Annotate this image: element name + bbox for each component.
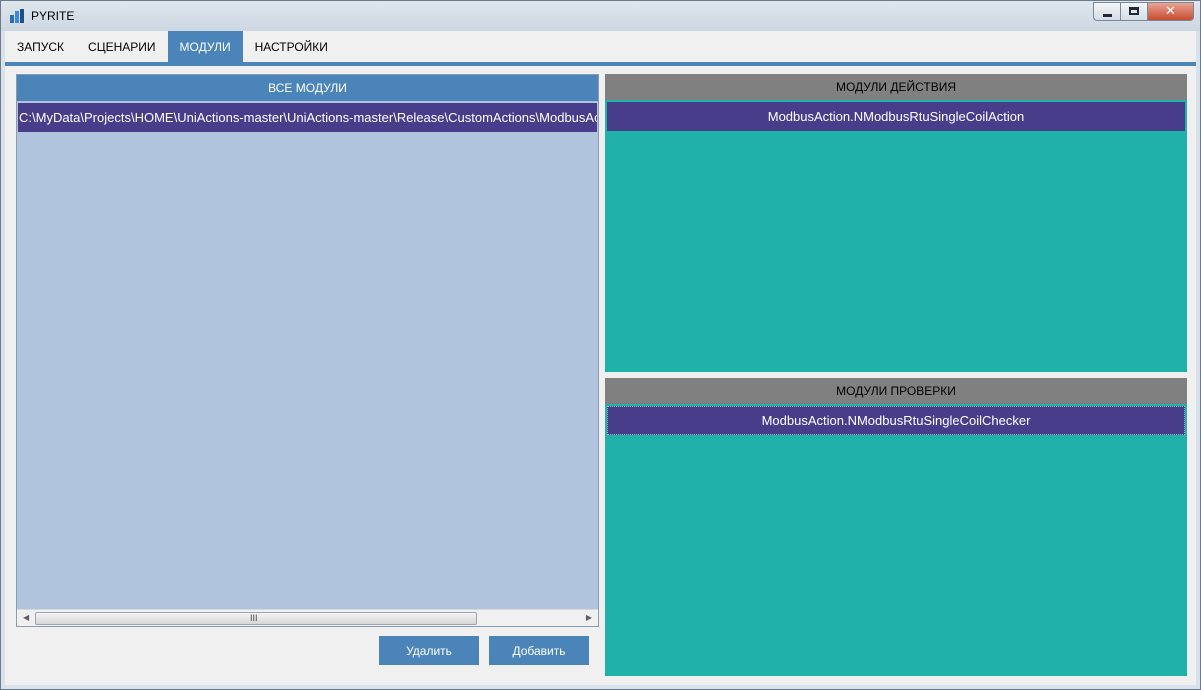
check-modules-list[interactable]: МОДУЛИ ПРОВЕРКИ ModbusAction.NModbusRtuS…: [605, 378, 1187, 676]
app-window: PYRITE ✕ ЗАПУСК СЦЕНАРИИ МОДУЛИ НАСТРОЙК…: [0, 0, 1201, 690]
list-item[interactable]: ModbusAction.NModbusRtuSingleCoilChecker: [607, 406, 1185, 435]
horizontal-scrollbar[interactable]: ◀ III ▶: [17, 609, 598, 626]
app-icon: [9, 8, 25, 24]
scrollbar-thumb[interactable]: III: [35, 612, 477, 625]
check-modules-header: МОДУЛИ ПРОВЕРКИ: [605, 378, 1187, 404]
all-modules-list[interactable]: ВСЕ МОДУЛИ C:\MyData\Projects\HOME\UniAc…: [16, 74, 599, 627]
window-title: PYRITE: [31, 9, 75, 23]
tab-launch[interactable]: ЗАПУСК: [5, 31, 76, 62]
list-item[interactable]: C:\MyData\Projects\HOME\UniActions-maste…: [18, 103, 597, 132]
delete-button[interactable]: Удалить: [379, 636, 479, 665]
tab-settings[interactable]: НАСТРОЙКИ: [243, 31, 340, 62]
scroll-right-arrow-icon[interactable]: ▶: [586, 613, 592, 622]
close-button[interactable]: ✕: [1147, 2, 1194, 21]
maximize-button[interactable]: [1120, 2, 1147, 21]
all-modules-header: ВСЕ МОДУЛИ: [17, 75, 598, 101]
action-modules-list[interactable]: МОДУЛИ ДЕЙСТВИЯ ModbusAction.NModbusRtuS…: [605, 74, 1187, 372]
minimize-icon: [1103, 14, 1112, 17]
add-button[interactable]: Добавить: [489, 636, 589, 665]
tab-bar: ЗАПУСК СЦЕНАРИИ МОДУЛИ НАСТРОЙКИ: [5, 31, 1196, 62]
title-bar[interactable]: PYRITE ✕: [1, 1, 1200, 31]
tab-scenarios[interactable]: СЦЕНАРИИ: [76, 31, 167, 62]
scroll-left-arrow-icon[interactable]: ◀: [23, 613, 29, 622]
window-controls: ✕: [1093, 2, 1194, 22]
action-modules-header: МОДУЛИ ДЕЙСТВИЯ: [605, 74, 1187, 100]
tab-underline: [5, 62, 1196, 66]
minimize-button[interactable]: [1093, 2, 1120, 21]
tab-modules[interactable]: МОДУЛИ: [167, 31, 243, 62]
scroll-grip: III: [250, 613, 258, 623]
maximize-icon: [1129, 7, 1139, 15]
main-content: ЗАПУСК СЦЕНАРИИ МОДУЛИ НАСТРОЙКИ ВСЕ МОД…: [5, 31, 1196, 685]
close-icon: ✕: [1165, 4, 1176, 19]
list-item[interactable]: ModbusAction.NModbusRtuSingleCoilAction: [607, 102, 1185, 131]
